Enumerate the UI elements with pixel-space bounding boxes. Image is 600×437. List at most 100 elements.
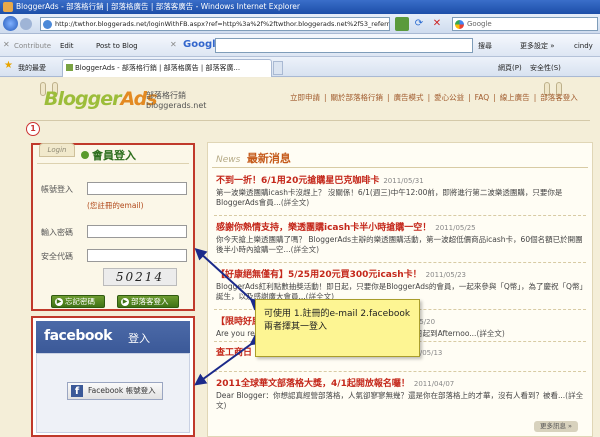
top-navigation: 立即申請 | 關於部落格行銷 | 廣告模式 | 愛心公益 | FAQ | 線上廣告 | 部落客登入 (288, 92, 580, 103)
news-item-more-link[interactable]: (詳全文) (476, 329, 504, 338)
logo-text: BloggerAds (44, 88, 158, 110)
page-content: BloggerAds 部落格行銷 bloggerads.net 立即申請 | 關於部… (0, 78, 600, 437)
login-title: 會員登入 (81, 147, 136, 163)
search-button[interactable]: 搜尋 (478, 40, 492, 52)
password-input[interactable] (87, 225, 187, 238)
captcha-image: 50214 (103, 268, 177, 286)
facebook-body: f Facebook 帳號登入 (36, 353, 190, 433)
news-item-desc: 你今天搶上樂透團購了嗎？ BloggerAds主辦的樂透團購活動，第一波超低價商… (216, 235, 583, 254)
news-item: 不到一折！6/1用20元搶購星巴克咖啡卡 2011/05/31 第一波樂透團購ic… (216, 173, 588, 208)
account-label: 帳號登入 (41, 185, 73, 194)
news-separator (214, 215, 586, 216)
refresh-icon[interactable]: ⟳ (412, 17, 426, 31)
new-tab-button[interactable] (273, 61, 283, 75)
blogger-login-button[interactable]: ▶ 部落客登入 (117, 295, 179, 308)
news-item-date: 2011/05/23 (425, 271, 467, 279)
news-item: 2011全球華文部落格大獎，4/1起開放報名囉！ 2011/04/07 Dear … (216, 376, 588, 411)
login-divider (37, 163, 189, 164)
nav-charity[interactable]: 愛心公益 (434, 93, 464, 102)
back-button[interactable] (3, 16, 18, 31)
more-news-button[interactable]: 更多訊息 » (534, 421, 578, 432)
favorites-bar: ★ 我的最愛 BloggerAds - 部落格行銷 | 部落格廣告 | 部落客廣… (0, 57, 600, 77)
arrow-icon: ▶ (55, 298, 63, 306)
logo-subtitle-en: bloggerads.net (146, 101, 207, 110)
nav-apply[interactable]: 立即申請 (290, 93, 320, 102)
news-item: 【好康絕無僅有】5/25用20元買300元icash卡！ 2011/05/23 B… (216, 267, 588, 302)
header-divider (30, 120, 590, 121)
annotation-callout: 可使用 1.註冊的e-mail 2.facebook 兩者擇其一登入 (255, 299, 420, 357)
browser-tab-active[interactable]: BloggerAds - 部落格行銷 | 部落格廣告 | 部落客廣... (62, 59, 272, 77)
page-menu[interactable]: 網頁(P) (498, 63, 522, 73)
nav-blogger-login[interactable]: 部落客登入 (540, 93, 578, 102)
facebook-login-label: Facebook 帳號登入 (88, 386, 156, 395)
captcha-input[interactable] (87, 249, 187, 262)
window-title: BloggerAds - 部落格行銷 | 部落格廣告 | 部落客廣告 - Win… (16, 2, 300, 11)
window-titlebar: BloggerAds - 部落格行銷 | 部落格廣告 | 部落客廣告 - Win… (0, 0, 600, 14)
nav-separator: | (493, 93, 496, 102)
forgot-password-label: 忘記密碼 (65, 297, 95, 306)
news-item: 感謝你熱情支持，樂透團購icash卡半小時搶購一空！ 2011/05/25 你今天… (216, 220, 588, 255)
news-item-desc: Dear Blogger：你想認真經營部落格，人氣卻寥寥無幾？還是你在部落格上的… (216, 391, 566, 400)
news-header-cn: 最新消息 (246, 152, 291, 165)
address-input[interactable]: http://twthor.bloggerads.net/loginWithFB… (40, 17, 390, 31)
facebook-header: facebook 登入 (36, 321, 190, 353)
contribute-button[interactable]: Contribute (14, 40, 51, 52)
callout-line-2: 兩者擇其一登入 (264, 322, 328, 332)
facebook-login-word: 登入 (128, 332, 150, 345)
news-item-title[interactable]: 查工商日 (216, 348, 252, 358)
google-icon (455, 20, 464, 29)
facebook-icon: f (71, 385, 83, 397)
news-item-title[interactable]: 【好康絕無僅有】5/25用20元買300元icash卡！ (216, 270, 422, 280)
news-item-desc: 第一波樂透團購icash卡沒趕上？ 沒關係！6/1(週三)中午12:00前，即將… (216, 188, 563, 207)
favorites-button[interactable]: 我的最愛 (18, 63, 46, 73)
news-item-more-link[interactable]: (詳全文) (291, 245, 319, 254)
news-item-title[interactable]: 不到一折！6/1用20元搶購星巴克咖啡卡 (216, 176, 379, 186)
close-toolbar-icon[interactable]: ✕ (3, 40, 10, 49)
blogger-login-label: 部落客登入 (131, 297, 169, 306)
news-item-title[interactable]: 2011全球華文部落格大獎，4/1起開放報名囉！ (216, 379, 410, 389)
nav-faq[interactable]: FAQ (475, 93, 490, 102)
url-text: http://twthor.bloggerads.net/loginWithFB… (55, 20, 390, 28)
address-bar-row: http://twthor.bloggerads.net/loginWithFB… (0, 14, 600, 34)
login-panel: Login 會員登入 帳號登入 (您註冊的email) 輸入密碼 安全代碼 50… (31, 143, 195, 311)
login-tab: Login (39, 143, 75, 157)
tab-favicon (66, 64, 73, 71)
login-title-text: 會員登入 (92, 149, 136, 162)
facebook-login-button[interactable]: f Facebook 帳號登入 (67, 382, 163, 400)
forward-button[interactable] (20, 18, 32, 30)
email-input[interactable] (87, 182, 187, 195)
google-toolbar-input[interactable] (215, 38, 473, 53)
password-label: 輸入密碼 (41, 228, 73, 237)
logo-subtitle-cn: 部落格行銷 (146, 91, 186, 100)
edit-button[interactable]: Edit (60, 40, 74, 52)
site-logo[interactable]: BloggerAds 部落格行銷 bloggerads.net (44, 86, 224, 116)
google-search-placeholder: Google (467, 20, 492, 28)
news-panel: News 最新消息 不到一折！6/1用20元搶購星巴克咖啡卡 2011/05/31… (207, 142, 593, 437)
news-separator (214, 371, 586, 372)
email-hint: (您註冊的email) (87, 201, 144, 210)
more-settings-button[interactable]: 更多設定 » (520, 40, 555, 52)
news-item-title[interactable]: 感謝你熱情支持，樂透團購icash卡半小時搶購一空！ (216, 223, 431, 233)
close-icon[interactable]: ✕ (170, 40, 177, 49)
favorites-star-icon[interactable]: ★ (4, 61, 13, 71)
news-header-en: News (216, 155, 241, 165)
news-separator (214, 262, 586, 263)
stop-icon[interactable]: ✕ (430, 17, 444, 31)
google-search-box[interactable]: Google (452, 17, 598, 31)
news-item-more-link[interactable]: (詳全文) (281, 198, 309, 207)
user-menu[interactable]: cindy (574, 40, 593, 52)
nav-online-ads[interactable]: 線上廣告 (500, 93, 530, 102)
news-item-date: 2011/05/31 (383, 177, 424, 185)
callout-line-1: 可使用 1.註冊的e-mail 2.facebook (264, 309, 411, 319)
nav-ad-mode[interactable]: 廣告模式 (394, 93, 424, 102)
nav-separator: | (324, 93, 327, 102)
go-button[interactable] (395, 17, 409, 31)
page-icon (43, 20, 52, 29)
nav-separator: | (533, 93, 537, 102)
arrow-icon: ▶ (121, 298, 129, 306)
nav-about[interactable]: 關於部落格行銷 (331, 93, 384, 102)
post-to-blog-button[interactable]: Post to Blog (96, 40, 138, 52)
safety-menu[interactable]: 安全性(S) (530, 63, 561, 73)
bullet-icon (81, 151, 89, 159)
forgot-password-button[interactable]: ▶ 忘記密碼 (51, 295, 105, 308)
